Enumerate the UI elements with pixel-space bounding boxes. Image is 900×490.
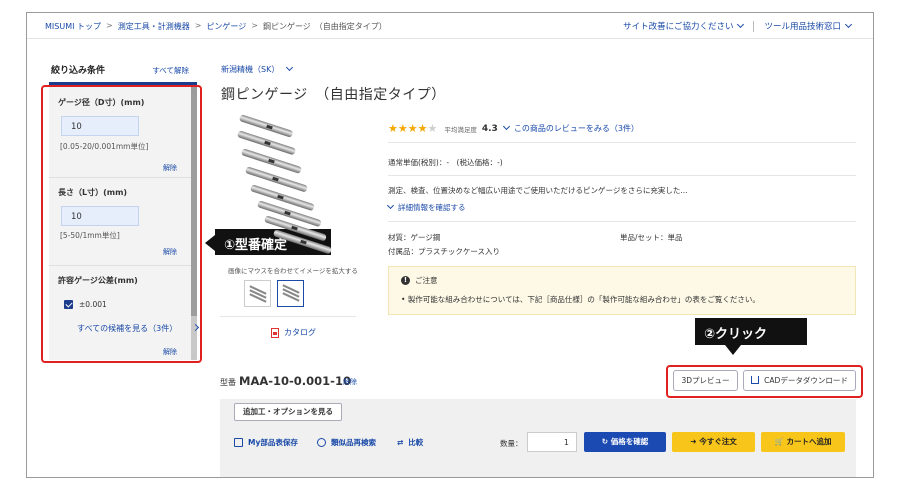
product-page: MISUMI トップ > 測定工具・計測機器 > ピンゲージ > 鋼ピンゲージ … [27, 13, 873, 477]
callout-step2: ②クリック [695, 318, 807, 345]
product-description: 測定、検査、位置決めなど幅広い用途でご使用いただけるピンゲージをさらに充実した.… [388, 186, 688, 195]
part-number-label: 型番 [220, 378, 236, 387]
refresh-icon: ↻ [601, 437, 611, 446]
gallery-divider [220, 316, 356, 317]
breadcrumb-measuring-tools[interactable]: 測定工具・計測機器 [118, 21, 190, 32]
quantity-input[interactable]: 1 [527, 432, 577, 452]
chevron-down-icon [502, 122, 510, 131]
maker-dropdown[interactable]: 新潟精機（SK） [221, 63, 294, 75]
divider [388, 175, 856, 176]
save-icon [234, 438, 243, 447]
quantity-label: 数量： [500, 439, 523, 448]
compare-button[interactable]: ⇄ 比較 [397, 437, 423, 448]
notice-body: • 製作可能な組み合わせについては、下記［商品仕様］の「製作可能な組み合わせ」の… [401, 295, 760, 304]
catalog-link[interactable]: カタログ [271, 327, 316, 338]
callout-arrow-left [205, 235, 215, 251]
chevron-down-icon [286, 63, 294, 72]
similar-search-button[interactable]: 類似品再検索 [317, 437, 376, 448]
rating-label: 平均満足度 [444, 125, 477, 134]
part-number-value: MAA-10-0.001-10 [239, 374, 351, 388]
breadcrumb-home[interactable]: MISUMI トップ [45, 21, 101, 32]
header-links: サイト改善にご協力ください ツール用品技術窓口 [623, 20, 853, 32]
details-link[interactable]: 詳細情報を確認する [386, 201, 466, 213]
callout-arrow-down [725, 345, 741, 355]
breadcrumb: MISUMI トップ > 測定工具・計測機器 > ピンゲージ > 鋼ピンゲージ … [45, 21, 387, 32]
notice-header: ! ご注意 [401, 275, 438, 286]
info-icon: ! [401, 276, 410, 285]
spec-unit: 単品/セット：単品 [620, 233, 683, 242]
star-empty-icon: ★ [427, 122, 438, 135]
clear-all-filters-link[interactable]: すべて解除 [152, 65, 189, 76]
cart-icon: 🛒 [774, 437, 787, 446]
highlight-buttons-box [666, 365, 863, 398]
breadcrumb-separator: > [194, 21, 202, 30]
star-icon: ★ [417, 122, 428, 135]
divider [388, 142, 856, 143]
thumbnail-1[interactable] [244, 280, 271, 307]
review-link[interactable]: この商品のレビューをみる（3件） [502, 122, 639, 134]
arrow-icon: ➜ [690, 437, 700, 446]
star-icon: ★ [388, 122, 398, 135]
my-parts-button[interactable]: My部品表保存 [234, 437, 298, 448]
star-icon: ★ [407, 122, 418, 135]
thumbnail-strip [244, 280, 304, 307]
order-now-button[interactable]: ➜ 今すぐ注文 [672, 432, 755, 452]
top-bar: MISUMI トップ > 測定工具・計測機器 > ピンゲージ > 鋼ピンゲージ … [27, 13, 873, 39]
confirm-price-button[interactable]: ↻ 価格を確認 [584, 432, 666, 452]
maker-name: 新潟精機（SK） [221, 65, 280, 74]
catalog-label: カタログ [284, 328, 316, 337]
notice-title: ご注意 [415, 276, 438, 285]
rating-row: ★ ★ ★ ★ ★ 平均満足度 4.3 この商品のレビューをみる（3件） [388, 122, 639, 135]
chevron-down-icon [737, 20, 745, 29]
filter-title: 絞り込み条件 [51, 66, 106, 76]
breadcrumb-separator: > [106, 21, 113, 30]
spec-accessory: 付属品：プラスチックケース入り [388, 247, 500, 256]
notice-box: ! ご注意 • 製作可能な組み合わせについては、下記［商品仕様］の「製作可能な組み… [388, 266, 856, 315]
thumbnail-2[interactable] [277, 280, 304, 307]
part-number-reset[interactable]: 解除 [343, 377, 357, 387]
breadcrumb-separator: > [251, 21, 258, 30]
highlight-filter-box [41, 85, 202, 363]
pdf-icon [271, 327, 279, 338]
add-to-cart-button[interactable]: 🛒 カートへ追加 [761, 432, 845, 452]
image-hover-note: 画像にマウスを合わせてイメージを拡大する [228, 267, 358, 275]
product-title: 鋼ピンゲージ （自由指定タイプ） [221, 87, 446, 103]
breadcrumb-pin-gauge[interactable]: ピンゲージ [206, 21, 246, 32]
chevron-down-icon [386, 201, 395, 210]
star-icon: ★ [397, 122, 408, 135]
spec-material: 材質：ゲージ鋼 [388, 233, 441, 242]
chevron-down-icon [844, 20, 853, 29]
breadcrumb-current: 鋼ピンゲージ （自由指定タイプ） [262, 22, 387, 31]
divider [388, 221, 856, 222]
compare-icon: ⇄ [397, 438, 404, 447]
search-icon [317, 438, 326, 447]
feedback-link[interactable]: サイト改善にご協力ください [623, 20, 745, 32]
screenshot-frame: MISUMI トップ > 測定工具・計測機器 > ピンゲージ > 鋼ピンゲージ … [26, 12, 874, 478]
options-button[interactable]: 追加工・オプションを見る [234, 403, 342, 421]
header-divider [753, 20, 755, 32]
rating-number: 4.3 [481, 123, 498, 134]
product-image[interactable] [220, 108, 370, 278]
price-info: 通常単価(税別)：- (税込価格：-) [388, 158, 503, 167]
tools-help-link[interactable]: ツール用品技術窓口 [764, 20, 853, 32]
